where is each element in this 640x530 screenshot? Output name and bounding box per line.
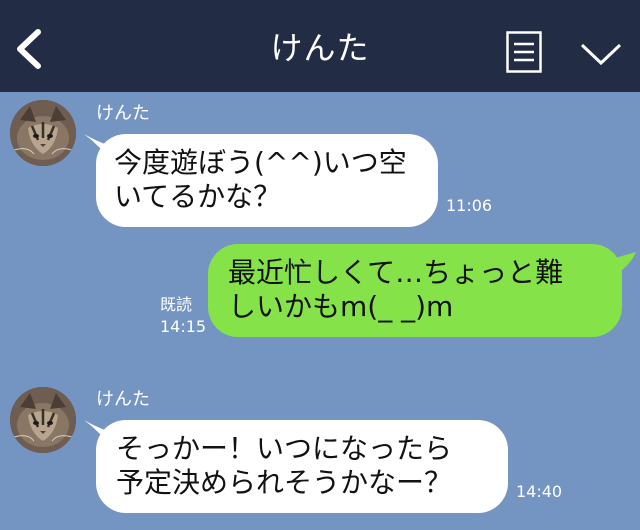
message-bubble-incoming[interactable]: 今度遊ぼう(^^)いつ空 いてるかな？ <box>96 134 438 227</box>
cat-avatar-icon <box>10 387 76 453</box>
message-text: 最近忙しくて…ちょっと難 しいかもm(_ _)m <box>228 256 564 323</box>
message-time: 11:06 <box>446 196 493 215</box>
back-button[interactable] <box>10 26 50 72</box>
chat-timeline[interactable]: けんた 今度遊ぼう(^^)いつ空 いてるかな？ 11:06 既読 14:15 最… <box>0 92 640 530</box>
chat-header: けんた <box>0 0 640 92</box>
sender-name: けんた <box>96 389 150 410</box>
message-bubble-outgoing[interactable]: 最近忙しくて…ちょっと難 しいかもm(_ _)m <box>208 244 622 337</box>
chevron-down-icon <box>580 43 622 66</box>
avatar[interactable] <box>10 387 76 453</box>
collapse-button[interactable] <box>578 40 624 68</box>
cat-avatar-icon <box>10 100 76 166</box>
avatar[interactable] <box>10 100 76 166</box>
menu-button[interactable] <box>506 31 542 73</box>
message-bubble-incoming[interactable]: そっかー！いつになったら 予定決められそうかなー？ <box>96 420 508 513</box>
message-text: そっかー！いつになったら 予定決められそうかなー？ <box>116 432 453 499</box>
message-time: 14:15 <box>160 317 207 336</box>
message-text: 今度遊ぼう(^^)いつ空 いてるかな？ <box>114 146 407 213</box>
message-time: 14:40 <box>516 482 563 501</box>
chat-title: けんた <box>270 29 370 67</box>
chevron-left-icon <box>17 29 41 69</box>
sender-name: けんた <box>96 103 150 124</box>
document-lines-icon <box>506 31 542 73</box>
read-receipt: 既読 <box>160 295 193 314</box>
bubble-tail <box>608 252 636 278</box>
